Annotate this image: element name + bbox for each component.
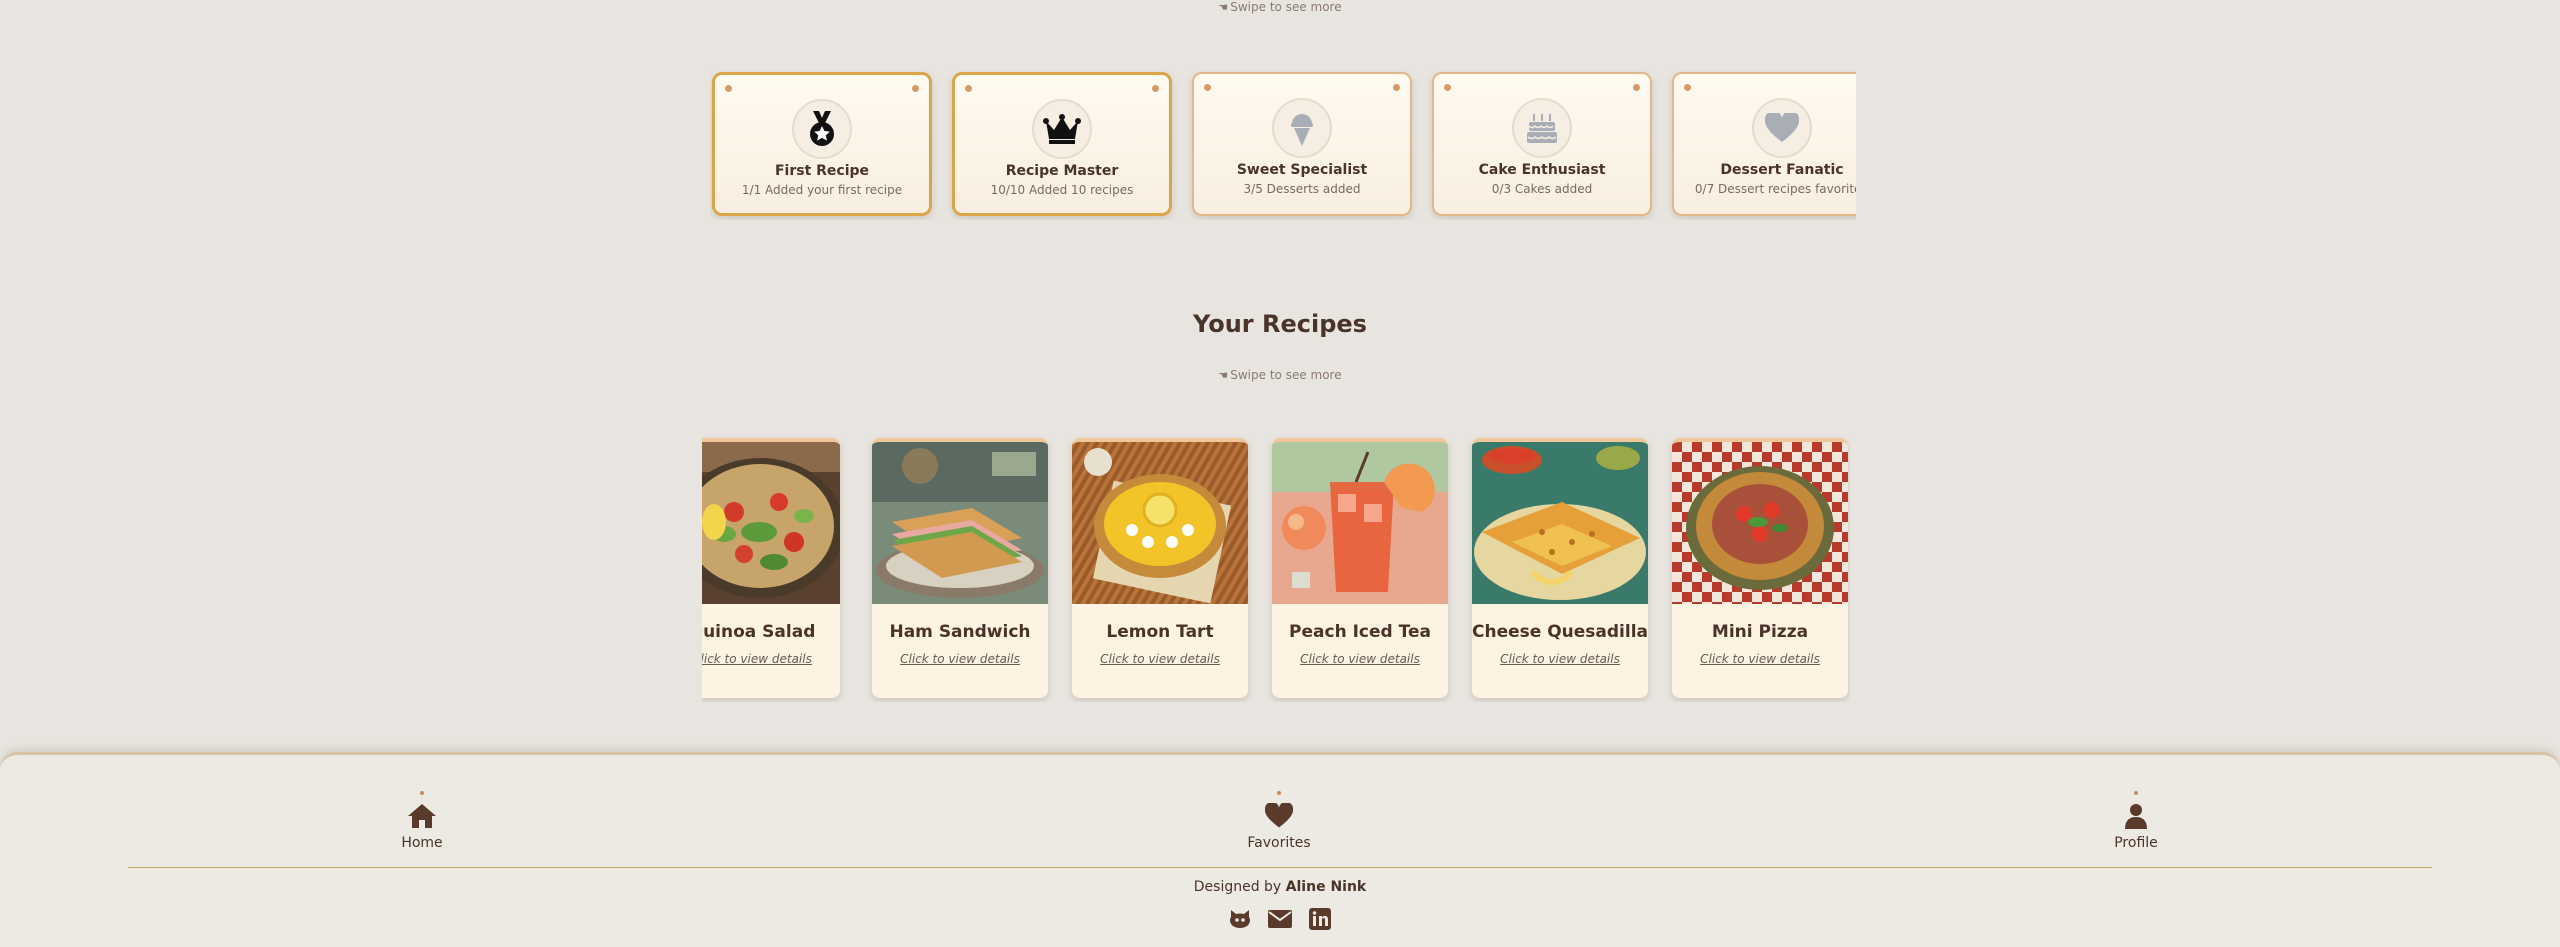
pin-dot (1393, 84, 1400, 91)
achievement-sweet-specialist[interactable]: Sweet Specialist 3/5 Desserts added (1192, 72, 1412, 216)
nav-label: Profile (2114, 835, 2158, 851)
achievement-recipe-master[interactable]: Recipe Master 10/10 Added 10 recipes (952, 72, 1172, 216)
recipe-card-quinoa-salad[interactable]: Quinoa Salad Click to view details (702, 438, 840, 698)
recipe-card-peach-iced-tea[interactable]: Peach Iced Tea Click to view details (1272, 438, 1448, 698)
nav-profile[interactable]: Profile (2076, 791, 2196, 851)
achievement-title: Sweet Specialist (1236, 162, 1368, 178)
ice-cream-icon (1272, 98, 1332, 158)
recipe-image (1072, 442, 1248, 604)
achievement-title: Recipe Master (1005, 163, 1119, 179)
recipe-image (1472, 442, 1648, 604)
pin-dot (1684, 84, 1691, 91)
user-icon (2125, 804, 2147, 829)
designer-credit: Designed by Aline Nink (1193, 879, 1367, 895)
view-details-link[interactable]: Click to view details (1472, 652, 1648, 666)
recipes-carousel[interactable]: Quinoa Salad Click to view details Ham S… (702, 436, 1850, 702)
nav-label: Favorites (1247, 835, 1311, 851)
achievement-title: Dessert Fanatic (1720, 162, 1844, 178)
heart-icon (1264, 801, 1294, 828)
nav-label: Home (401, 835, 443, 851)
recipe-card-lemon-tart[interactable]: Lemon Tart Click to view details (1072, 438, 1248, 698)
nav-home[interactable]: Home (362, 791, 482, 851)
swipe-hint-recipes: ☚ Swipe to see more (1218, 368, 1342, 382)
recipe-card-cheese-quesadilla[interactable]: Cheese Quesadilla Click to view details (1472, 438, 1648, 698)
recipe-name: Lemon Tart (1106, 622, 1214, 642)
achievement-cake-enthusiast[interactable]: Cake Enthusiast 0/3 Cakes added (1432, 72, 1652, 216)
achievement-description: 0/7 Dessert recipes favorited (1694, 182, 1856, 196)
medal-icon (792, 99, 852, 159)
social-links (0, 907, 2560, 931)
view-details-link[interactable]: Click to view details (702, 652, 840, 666)
footer-navigation: Home Favorites Profile Designed by Aline… (0, 752, 2560, 947)
pin-dot (1204, 84, 1211, 91)
home-icon (408, 804, 436, 828)
view-details-link[interactable]: Click to view details (1272, 652, 1448, 666)
recipe-image (1272, 442, 1448, 604)
recipe-image (872, 442, 1048, 604)
email-icon[interactable] (1267, 907, 1293, 931)
swipe-hint-achievements: ☚ Swipe to see more (1218, 0, 1342, 14)
github-icon[interactable] (1227, 907, 1253, 931)
heart-icon (1752, 98, 1812, 158)
pin-dot (725, 85, 732, 92)
cake-icon (1512, 98, 1572, 158)
pin-dot (912, 85, 919, 92)
linkedin-icon[interactable] (1307, 907, 1333, 931)
recipe-image (1672, 442, 1848, 604)
recipe-name: Ham Sandwich (889, 622, 1031, 642)
view-details-link[interactable]: Click to view details (872, 652, 1048, 666)
achievement-title: Cake Enthusiast (1478, 162, 1606, 178)
footer-divider (128, 867, 2432, 868)
crown-icon (1032, 99, 1092, 159)
achievement-description: 0/3 Cakes added (1491, 182, 1593, 196)
achievement-title: First Recipe (774, 163, 870, 179)
achievement-dessert-fanatic[interactable]: Dessert Fanatic 0/7 Dessert recipes favo… (1672, 72, 1856, 216)
recipe-name: Peach Iced Tea (1289, 622, 1431, 642)
recipe-card-mini-pizza[interactable]: Mini Pizza Click to view details (1672, 438, 1848, 698)
achievement-description: 3/5 Desserts added (1243, 182, 1361, 196)
recipe-card-ham-sandwich[interactable]: Ham Sandwich Click to view details (872, 438, 1048, 698)
view-details-link[interactable]: Click to view details (1072, 652, 1248, 666)
nav-dot (420, 791, 424, 795)
achievement-description: 10/10 Added 10 recipes (990, 183, 1134, 197)
hand-icon: ☚ (1218, 369, 1229, 382)
hand-icon: ☚ (1218, 1, 1229, 14)
nav-dot (2134, 791, 2138, 795)
nav-dot (1277, 791, 1281, 795)
pin-dot (1633, 84, 1640, 91)
pin-dot (1444, 84, 1451, 91)
view-details-link[interactable]: Click to view details (1672, 652, 1848, 666)
achievement-description: 1/1 Added your first recipe (741, 183, 903, 197)
pin-dot (965, 85, 972, 92)
your-recipes-heading: Your Recipes (1193, 310, 1367, 338)
designer-name: Aline Nink (1285, 879, 1367, 895)
pin-dot (1152, 85, 1159, 92)
nav-favorites[interactable]: Favorites (1219, 791, 1339, 851)
recipe-name: Mini Pizza (1711, 622, 1809, 642)
recipe-name: Quinoa Salad (702, 622, 816, 642)
achievement-first-recipe[interactable]: First Recipe 1/1 Added your first recipe (712, 72, 932, 216)
achievements-carousel[interactable]: First Recipe 1/1 Added your first recipe… (710, 70, 1856, 220)
recipe-image (702, 442, 840, 604)
recipe-name: Cheese Quesadilla (1472, 622, 1648, 642)
